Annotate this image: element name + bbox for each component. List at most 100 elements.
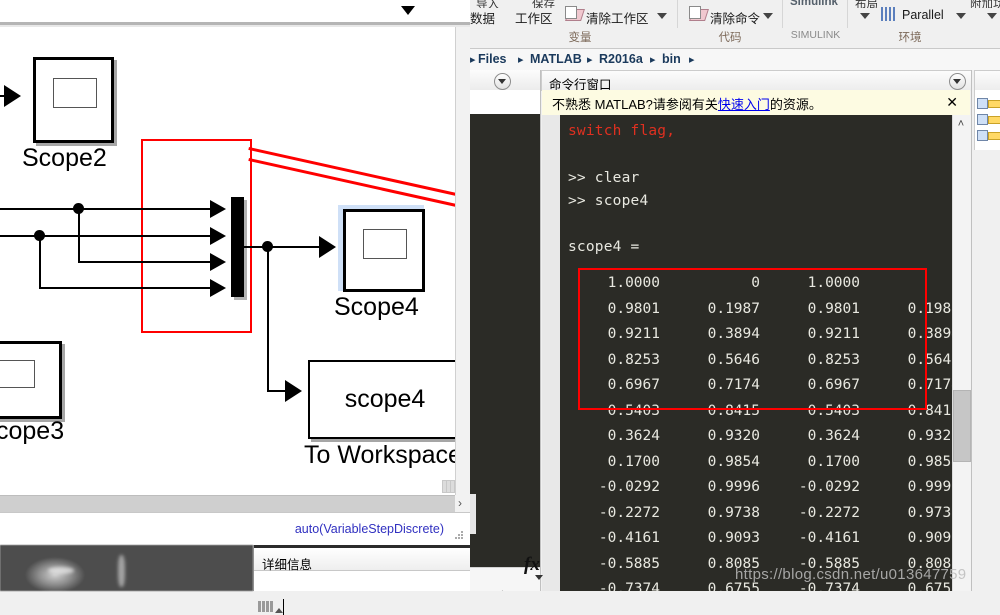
chevron-down-icon-add-ons[interactable] [987, 13, 997, 19]
clear-workspace-button[interactable]: 清除工作区 [586, 8, 649, 27]
canvas-vertical-scrollbar[interactable] [455, 27, 470, 495]
command-window-gutter [542, 115, 560, 591]
details-panel-header[interactable]: 详细信息 ▲ [254, 548, 486, 572]
canvas-resize-grip[interactable] [442, 480, 455, 493]
banner-text: 不熟悉 MATLAB?请参阅有关快速入门的资源。 [552, 94, 822, 113]
matrix-highlight-box [578, 268, 927, 410]
add-ons-button[interactable]: 附加功能 [970, 0, 1000, 8]
chevron-down-icon-clear-workspace[interactable] [657, 13, 667, 19]
matrix-cell: 0.9320 [907, 428, 952, 444]
matrix-cell: -0.0292 [598, 479, 660, 495]
matlab-desktop: 导入 保存 数据 工作区 清除工作区 清除命令 Simulink 布局 Para… [470, 0, 1000, 591]
group-label-environment: 环境 [898, 32, 922, 44]
chevron-down-icon[interactable] [401, 6, 415, 15]
mux-output-wire [244, 246, 319, 248]
breadcrumb-item-bin[interactable]: bin [662, 52, 681, 66]
breadcrumb-sep-2: ▸ [587, 54, 593, 66]
text-cursor [283, 599, 284, 615]
simulink-button[interactable]: Simulink [790, 0, 838, 8]
block-to-workspace[interactable]: scope4 [308, 360, 455, 439]
matlab-ribbon: 导入 保存 数据 工作区 清除工作区 清除命令 Simulink 布局 Para… [470, 0, 1000, 40]
matrix-cell: 0.9996 [707, 479, 760, 495]
scrollbar-thumb[interactable] [953, 390, 971, 462]
mux-port-arrow-4 [210, 279, 226, 297]
mux-input-wire-4 [39, 287, 210, 289]
current-folder-body[interactable] [470, 114, 540, 591]
chevron-up-icon-current-folder[interactable]: ˄ [499, 587, 506, 591]
breadcrumb-item-r2016a[interactable]: R2016a [599, 52, 643, 66]
matrix-cell: 0.9093 [707, 530, 760, 546]
command-window-scrollbar[interactable] [952, 115, 971, 591]
breadcrumb-item-files[interactable]: Files [478, 52, 507, 66]
group-label-simulink: SIMULINK [790, 29, 841, 41]
block-scope3[interactable] [0, 341, 62, 419]
matrix-cell: -0.5885 [598, 555, 660, 572]
simulink-canvas[interactable]: Scope2 cope3 Scope4 scope4 To Workspace [0, 27, 455, 495]
chevron-down-icon-clear-commands[interactable] [763, 13, 773, 19]
workspace-panel-header [974, 70, 1000, 92]
block-mux[interactable] [231, 197, 244, 297]
workspace-row-2[interactable] [976, 112, 1000, 127]
block-scope4[interactable] [343, 209, 425, 292]
chevron-right-icon: › [458, 496, 462, 510]
breadcrumb-item-matlab[interactable]: MATLAB [530, 52, 582, 66]
banner-prefix: 不熟悉 MATLAB?请参阅有关 [552, 97, 718, 112]
current-folder-header [470, 70, 540, 91]
window-resize-grip[interactable] [454, 531, 464, 541]
simulink-toolbar-strip [0, 0, 470, 22]
bar-icon [258, 601, 283, 613]
command-window: 命令行窗口 不熟悉 MATLAB?请参阅有关快速入门的资源。 ✕ switch … [524, 70, 973, 591]
block-label-scope3: cope3 [0, 417, 65, 445]
block-label-scope2: Scope2 [22, 144, 107, 172]
panel-options-icon[interactable] [494, 73, 511, 90]
mux-port-arrow-2 [210, 227, 226, 245]
command-window-options-icon[interactable] [949, 73, 966, 90]
wire-junction-1 [73, 203, 84, 214]
to-workspace-input-arrow [285, 380, 302, 402]
command-window-output[interactable]: switch flag, >> clear >> scope4 scope4 =… [560, 115, 952, 591]
to-workspace-branch-wire [267, 246, 269, 391]
canvas-horizontal-scrollbar[interactable] [0, 495, 455, 513]
clear-commands-button[interactable]: 清除命令 [710, 8, 760, 27]
close-icon[interactable]: ✕ [946, 94, 958, 111]
chevron-down-icon-parallel[interactable] [956, 13, 966, 19]
mux-port-arrow-1 [210, 200, 226, 218]
ribbon-group-labels: 变量 代码 SIMULINK 环境 [470, 28, 1000, 49]
block-label-to-workspace: To Workspace [304, 441, 455, 469]
chevron-down-icon-layout[interactable] [860, 13, 870, 19]
details-panel-body [254, 571, 486, 615]
group-label-code: 代码 [718, 32, 742, 44]
scope2-screen [52, 77, 97, 109]
scroll-up-icon[interactable]: ˄ [953, 116, 969, 132]
chevron-down-icon-fx[interactable] [535, 575, 543, 580]
workspace-row-1[interactable] [976, 96, 1000, 111]
workspace-row-3[interactable] [976, 128, 1000, 143]
matrix-cell: 0.3624 [607, 428, 660, 444]
console-line-0: switch flag, [568, 123, 676, 139]
simulink-status-bar: auto(VariableStepDiscrete) [0, 512, 470, 545]
console-line-3: >> scope4 [568, 193, 649, 209]
breadcrumb[interactable]: ▸ Files ▸ MATLAB ▸ R2016a ▸ bin ▸ [470, 49, 1000, 71]
quick-start-link[interactable]: 快速入门 [718, 97, 770, 112]
variable-value-bar [988, 100, 1000, 108]
save-workspace-button[interactable]: 工作区 [515, 8, 553, 27]
watermark: https://blog.csdn.net/u013647759 [735, 566, 967, 583]
matrix-cell: 0.3624 [807, 428, 860, 444]
parallel-button[interactable]: Parallel [902, 8, 944, 22]
scope3-screen [0, 359, 36, 388]
fx-icon[interactable]: fx [524, 554, 540, 576]
layout-button[interactable]: 布局 [855, 0, 878, 8]
variable-icon [977, 98, 988, 109]
import-data-button[interactable]: 数据 [470, 8, 495, 27]
variable-value-bar-2 [988, 116, 1000, 124]
banner-suffix: 的资源。 [769, 97, 822, 112]
matrix-cell: 0.9093 [907, 530, 952, 546]
matrix-cell: -0.4161 [798, 530, 860, 546]
workspace-panel-body[interactable] [974, 90, 1000, 150]
console-line-5: scope4 = [568, 239, 640, 255]
block-scope2[interactable] [33, 57, 114, 143]
matrix-cell: 0.9854 [907, 453, 952, 470]
current-folder-scroll-hint[interactable] [470, 494, 476, 534]
matrix-cell: 0.9738 [907, 504, 952, 521]
getting-started-banner: 不熟悉 MATLAB?请参阅有关快速入门的资源。 ✕ [542, 90, 970, 116]
